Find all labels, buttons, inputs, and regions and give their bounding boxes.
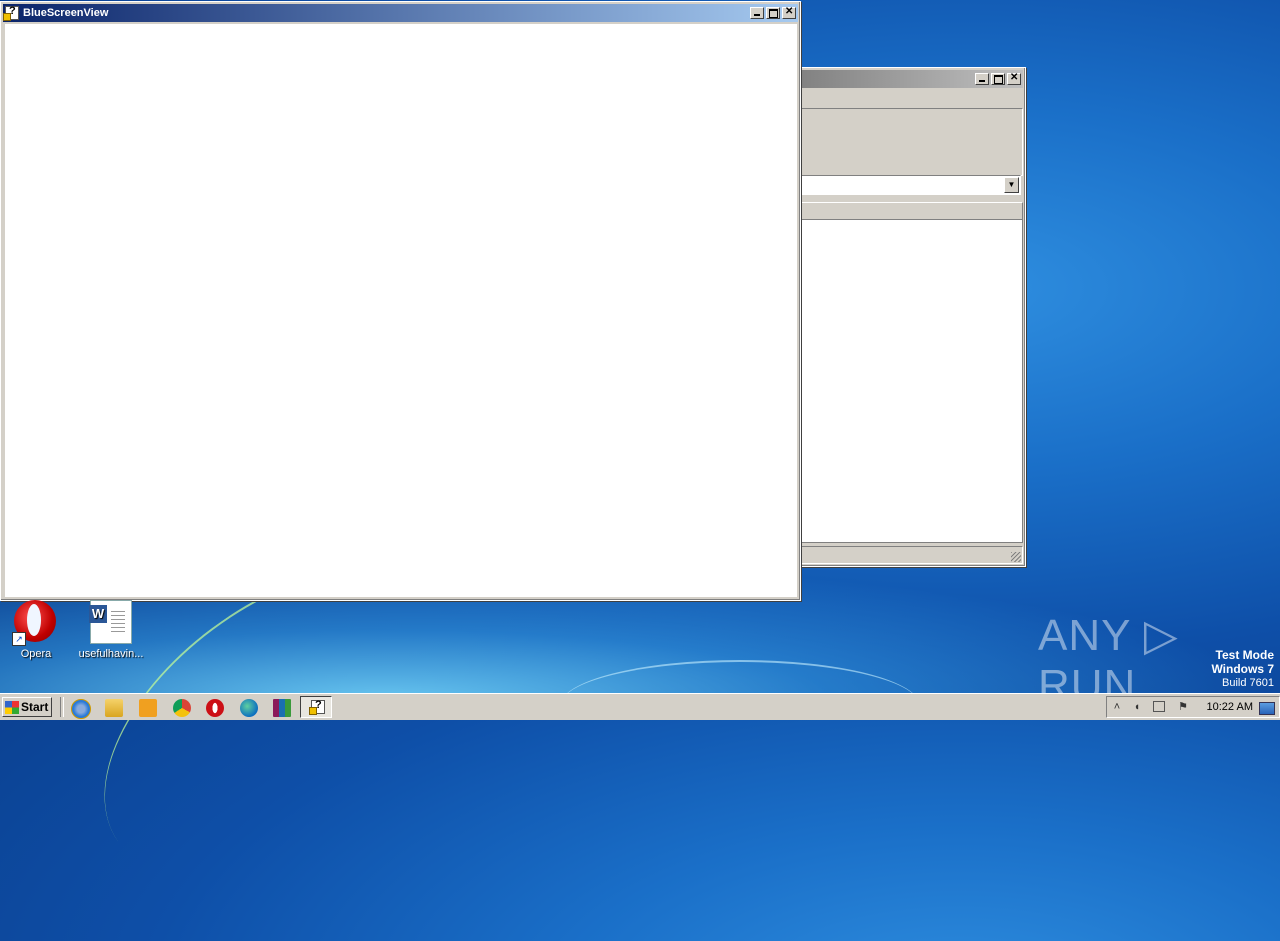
show-desktop-icon[interactable] bbox=[1259, 702, 1275, 715]
close-button[interactable] bbox=[1007, 72, 1021, 85]
clock[interactable]: 10:22 AM bbox=[1207, 701, 1253, 713]
opera-icon[interactable] bbox=[206, 699, 224, 717]
taskbar: Start ˄ ◖ ⚑ 10:22 AM bbox=[0, 693, 1280, 720]
volume-icon[interactable]: ◖ bbox=[1131, 701, 1143, 713]
desktop-icon-document[interactable]: usefulhavin... bbox=[73, 600, 149, 660]
system-info: Test Mode Windows 7 Build 7601 bbox=[1211, 648, 1274, 690]
bluescreenview-icon bbox=[309, 699, 325, 715]
background-window-dropdown[interactable]: ▼ bbox=[797, 175, 1021, 195]
desktop-icon-label: Opera bbox=[20, 648, 52, 660]
desktop-icon-opera[interactable]: ↗ Opera bbox=[0, 600, 74, 660]
file-explorer-icon[interactable] bbox=[105, 699, 123, 717]
system-tray: ˄ ◖ ⚑ 10:22 AM bbox=[1106, 696, 1280, 718]
start-label: Start bbox=[21, 700, 49, 714]
quick-launch-separator bbox=[60, 697, 64, 717]
minimize-button[interactable] bbox=[975, 73, 989, 85]
internet-explorer-icon[interactable] bbox=[71, 699, 91, 719]
background-window-titlebar[interactable] bbox=[795, 70, 1023, 88]
build-label: Build 7601 bbox=[1222, 677, 1274, 689]
winrar-icon[interactable] bbox=[273, 699, 291, 717]
background-window-statusbar bbox=[797, 546, 1023, 564]
start-button[interactable]: Start bbox=[2, 697, 52, 717]
background-window-header-bar bbox=[797, 202, 1023, 220]
bluescreenview-app-icon[interactable] bbox=[3, 5, 19, 21]
minimize-button[interactable] bbox=[750, 7, 764, 19]
test-mode-label: Test Mode bbox=[1215, 648, 1274, 662]
maximize-button[interactable] bbox=[766, 7, 780, 19]
windows-flag-icon bbox=[5, 700, 19, 714]
shortcut-arrow-icon: ↗ bbox=[12, 632, 26, 646]
desktop-icon-label: usefulhavin... bbox=[78, 648, 144, 660]
windows-version-label: Windows 7 bbox=[1211, 662, 1274, 676]
bluescreenview-window[interactable]: BlueScreenView bbox=[0, 1, 801, 601]
background-window[interactable]: ▼ bbox=[792, 67, 1026, 567]
opera-icon: ↗ bbox=[12, 600, 58, 646]
close-button[interactable] bbox=[782, 6, 796, 19]
word-document-icon bbox=[89, 600, 133, 644]
maximize-button[interactable] bbox=[991, 73, 1005, 85]
show-hidden-icons-icon[interactable]: ˄ bbox=[1111, 701, 1123, 713]
edge-icon[interactable] bbox=[240, 699, 258, 717]
background-window-list[interactable] bbox=[797, 219, 1023, 543]
media-player-icon[interactable] bbox=[139, 699, 157, 717]
resize-grip-icon[interactable] bbox=[1011, 552, 1021, 562]
chevron-down-icon[interactable]: ▼ bbox=[1004, 177, 1019, 193]
window-title: BlueScreenView bbox=[23, 7, 109, 19]
bluescreenview-titlebar[interactable]: BlueScreenView bbox=[3, 4, 798, 22]
taskbar-button-bluescreenview[interactable] bbox=[300, 696, 332, 718]
background-window-panel bbox=[797, 108, 1023, 176]
network-icon[interactable] bbox=[1153, 701, 1165, 712]
chrome-icon[interactable] bbox=[173, 699, 191, 717]
bluescreenview-client-area[interactable] bbox=[5, 24, 797, 597]
action-center-flag-icon[interactable]: ⚑ bbox=[1177, 701, 1189, 713]
